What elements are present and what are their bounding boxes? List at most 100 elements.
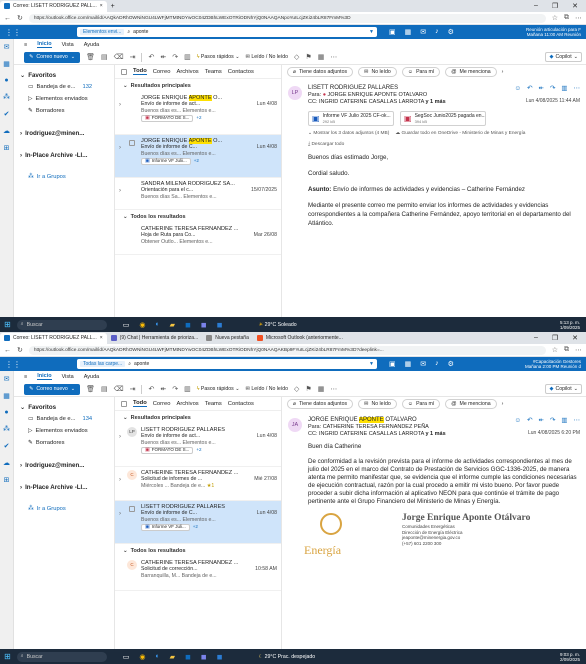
more-menu-icon[interactable]: ⋯	[575, 14, 582, 22]
todo-icon[interactable]: ✔	[4, 110, 10, 118]
copilot-button[interactable]: ◆ Copilot ⌄	[545, 384, 582, 394]
folder-inbox[interactable]: ▭ Bandeja de e... 132	[14, 81, 114, 93]
outlook-app-icon[interactable]: ◼	[185, 653, 191, 661]
filter-archivos[interactable]: Archivos	[176, 401, 198, 407]
search-input[interactable]: aponte	[133, 29, 366, 35]
filter-teams[interactable]: Teams	[205, 401, 222, 407]
tab-vista[interactable]: Vista	[62, 42, 74, 48]
archive-icon[interactable]: ▤	[101, 385, 108, 393]
new-mail-button[interactable]: ✎ Correo nuevo ⌄	[24, 383, 81, 395]
quick-steps-button[interactable]: ϟ Pasos rápidos ⌄	[197, 386, 240, 392]
folder-archive[interactable]: › In-Place Archive -Ll...	[14, 481, 114, 493]
quick-steps-button[interactable]: ϟ Pasos rápidos ⌄	[197, 54, 240, 60]
reply-all-icon[interactable]: ↞	[160, 385, 166, 393]
section-top-results[interactable]: ⌄ Resultados principales	[115, 411, 281, 424]
minimize-icon[interactable]: –	[534, 2, 538, 10]
back-icon[interactable]: ←	[4, 15, 11, 22]
attachment-chip[interactable]: ▣ FORMATO DE S...	[141, 446, 194, 454]
tag-icon[interactable]: ◇	[294, 53, 299, 61]
list-item[interactable]: › SANDRA MILENA RODRIGUEZ SA... Orientac…	[115, 178, 281, 210]
new-tab-button[interactable]: +	[111, 3, 115, 10]
menu-toggle-icon[interactable]: ≡	[24, 42, 27, 48]
go-to-groups-link[interactable]: ⁂ Ir a Grupos	[14, 503, 114, 515]
new-mail-button[interactable]: ✎ Correo nuevo ⌄	[24, 51, 81, 63]
folder-favorites[interactable]: ⌄ Favoritos	[14, 69, 114, 81]
expand-icon[interactable]: ›	[119, 477, 121, 483]
copilot-button[interactable]: ◆ Copilot ⌄	[545, 52, 582, 62]
move-icon[interactable]: ⇥	[130, 385, 136, 393]
save-to-onedrive-link[interactable]: ☁ Guardar todo en OneDrive - Ministerio …	[395, 131, 525, 136]
folder-favorites[interactable]: ⌄ Favoritos	[14, 401, 114, 413]
reply-icon[interactable]: ↶	[148, 385, 154, 393]
forward-icon[interactable]: ↷	[172, 53, 178, 61]
tag-icon[interactable]: ◇	[294, 385, 299, 393]
move-icon[interactable]: ⇥	[130, 53, 136, 61]
view-icon[interactable]: ▦	[318, 53, 325, 61]
attachment-card[interactable]: ▣ SegSoc Junio2025 pagada en... 394 kB	[400, 111, 486, 126]
more-menu-icon[interactable]: ⋯	[575, 346, 582, 354]
back-icon[interactable]: ←	[4, 347, 11, 354]
weather-widget[interactable]: ☾ 29°C Prac. despejado	[259, 654, 316, 660]
section-all-results[interactable]: ⌄ Todos los resultados	[115, 544, 281, 557]
reply-icon[interactable]: ↶	[527, 417, 532, 424]
expand-icon[interactable]: ›	[119, 434, 121, 440]
tab-ayuda[interactable]: Ayuda	[84, 42, 100, 48]
bell-icon[interactable]: ♪	[435, 28, 439, 36]
sweep-icon[interactable]: ⌫	[114, 385, 124, 393]
calendar-rail-icon[interactable]: ▦	[3, 60, 10, 68]
forward-icon[interactable]: ↷	[550, 417, 555, 424]
pill-mentions[interactable]: @ Me menciona	[445, 399, 497, 409]
refresh-icon[interactable]: ↻	[17, 14, 23, 22]
more-pills-icon[interactable]: ›	[502, 401, 504, 407]
more-icon[interactable]: ⋯	[574, 417, 581, 424]
tab-inicio[interactable]: Inicio	[37, 41, 52, 48]
flag-icon[interactable]: ⚑	[305, 385, 311, 393]
item-checkbox[interactable]	[129, 506, 135, 512]
mail-icon[interactable]: ✉	[4, 375, 10, 383]
onedrive-icon[interactable]: ☁	[3, 127, 10, 135]
flag-icon[interactable]: ⚑	[305, 53, 311, 61]
system-clock[interactable]: 5:13 p. m. 1/09/2025	[560, 320, 580, 330]
section-top-results[interactable]: ⌄ Resultados principales	[115, 79, 281, 92]
todo-icon[interactable]: ✔	[4, 442, 10, 450]
filter-correo[interactable]: Correo	[153, 69, 171, 75]
browser-tab[interactable]: Correo: LISETT RODRIGUEZ PALL... ×	[0, 0, 107, 12]
onedrive-icon[interactable]: ☁	[3, 459, 10, 467]
edge-icon[interactable]: ◐	[155, 653, 159, 661]
browser-tab[interactable]: Correo: LISETT RODRIGUEZ PALL... ×	[0, 332, 107, 344]
app-launcher-icon[interactable]: ⋮⋮	[5, 28, 21, 37]
system-clock[interactable]: 9:03 p. m. 2/09/2025	[560, 652, 580, 662]
item-checkbox[interactable]	[129, 140, 135, 146]
tab-ayuda[interactable]: Ayuda	[84, 374, 100, 380]
file-explorer-icon[interactable]: ▰	[170, 321, 175, 329]
list-item[interactable]: C CATHERINE TERESA FERNANDEZ ... Solicit…	[115, 557, 281, 591]
pill-unread[interactable]: ✉ No leído	[358, 399, 397, 409]
reminder-toast[interactable]: Reunión articulación para F Mañana 11:00 …	[526, 27, 581, 37]
task-view-icon[interactable]: ▭	[123, 653, 130, 661]
pill-has-attachments[interactable]: ⌀ Tiene datos adjuntos	[287, 399, 354, 409]
edge-icon[interactable]: ◐	[155, 321, 159, 329]
expand-icon[interactable]: ›	[119, 511, 121, 517]
pill-unread[interactable]: ✉ No leído	[358, 67, 397, 77]
forward-icon[interactable]: ↷	[550, 85, 555, 92]
groups-icon[interactable]: ⁂	[3, 425, 10, 433]
list-item[interactable]: › C CATHERINE TERESA FERNANDEZ ... Solic…	[115, 467, 281, 501]
url-field[interactable]: https://outlook.office.com/mail/id/AAQkA…	[28, 13, 546, 23]
teams-app-icon[interactable]: ◼	[201, 321, 207, 329]
pill-to-me[interactable]: ☺ Para mí	[401, 399, 441, 409]
settings-gear-icon[interactable]: ⚙	[448, 28, 454, 36]
url-field[interactable]: https://outlook.office.com/mail/id/AAQkA…	[28, 345, 546, 355]
filter-icon[interactable]: ▼	[369, 29, 374, 35]
bell-icon[interactable]: ♪	[435, 360, 439, 368]
folder-drafts[interactable]: ✎ Borradores	[14, 437, 114, 449]
more-pills-icon[interactable]: ›	[502, 69, 504, 75]
reply-icon[interactable]: ↶	[148, 53, 154, 61]
close-window-icon[interactable]: ✕	[572, 334, 578, 342]
pill-mentions[interactable]: @ Me menciona	[445, 67, 497, 77]
search-box[interactable]: Elementos envi... ⌕ aponte ▼	[77, 27, 377, 37]
teams-icon[interactable]: ▥	[561, 85, 567, 92]
filter-contactos[interactable]: Contactos	[228, 69, 254, 75]
close-tab-icon[interactable]: ×	[100, 335, 103, 341]
search-input[interactable]: aponte	[134, 361, 366, 367]
filter-correo[interactable]: Correo	[153, 401, 171, 407]
